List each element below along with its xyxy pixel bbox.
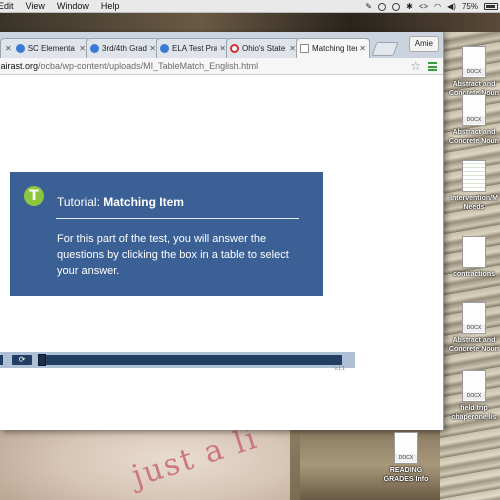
tutorial-title-main: Matching Item — [103, 195, 184, 209]
tab-ohios-state[interactable]: Ohio's State ✕ — [226, 38, 300, 58]
address-bar[interactable]: .airast.org/ocba/wp-content/uploads/MI_T… — [0, 61, 258, 71]
desktop-file-abstract-concrete-1[interactable]: DOCX Abstract and Concrete Noun — [442, 46, 500, 98]
progress-track[interactable] — [40, 355, 342, 365]
desktop-file-abstract-concrete-3[interactable]: DOCX Abstract and Concrete Noun — [442, 302, 500, 354]
tutorial-badge-icon: T — [24, 186, 44, 206]
menu-bar: Edit View Window Help ✎ ✱ <> ◠ ◀) 75% — [0, 0, 500, 13]
globe-icon — [160, 44, 169, 53]
new-tab-button[interactable] — [371, 42, 399, 56]
spreadsheet-file-icon — [462, 160, 486, 192]
page-icon — [300, 44, 309, 53]
close-icon[interactable]: ✕ — [149, 44, 156, 53]
docx-file-icon: DOCX — [462, 302, 486, 334]
tab-3rd-4th-grade[interactable]: 3rd/4th Grad ✕ — [86, 38, 160, 58]
tutorial-body: For this part of the test, you will answ… — [57, 233, 289, 277]
title-divider — [56, 218, 299, 219]
docx-file-icon: DOCX — [462, 94, 486, 126]
volume-icon[interactable]: ◀) — [447, 2, 456, 11]
tutorial-title-lead: Tutorial: — [57, 195, 100, 209]
tab-label: Ohio's State — [242, 44, 286, 53]
replay-button[interactable]: ⟳ — [12, 355, 32, 365]
tab-ela-test[interactable]: ELA Test Pra ✕ — [156, 38, 230, 58]
document-thumbnail-icon — [462, 236, 486, 268]
desktop-file-intervention[interactable]: Intervention/M Needs — [442, 160, 500, 212]
play-button[interactable] — [0, 355, 3, 365]
battery-icon[interactable] — [484, 3, 498, 10]
close-icon[interactable]: ✕ — [5, 44, 12, 53]
player-version: v.1.1 — [334, 366, 345, 372]
desktop-file-label: Abstract and Concrete Noun — [448, 337, 500, 353]
code-icon[interactable]: <> — [419, 2, 428, 11]
desktop-file-field-trip[interactable]: DOCX field trip chaperone lis — [442, 370, 500, 422]
close-icon[interactable]: ✕ — [359, 44, 366, 53]
tab-label: SC Elementa — [27, 44, 75, 53]
page-viewport: T Tutorial: Matching Item For this part … — [0, 75, 443, 430]
status-area: ✎ ✱ <> ◠ ◀) 75% — [365, 0, 498, 13]
tutorial-card: T Tutorial: Matching Item For this part … — [10, 172, 323, 296]
desktop-file-reading-grades[interactable]: DOCX READING GRADES Info — [374, 432, 438, 484]
bookmark-star-icon[interactable]: ☆ — [410, 59, 421, 73]
globe-icon — [90, 44, 99, 53]
menu-window[interactable]: Window — [57, 1, 89, 11]
close-icon[interactable]: ✕ — [289, 44, 296, 53]
menu-view[interactable]: View — [26, 1, 45, 11]
menu-edit[interactable]: Edit — [0, 1, 14, 11]
video-player-bar: ⟳ v.1.1 — [0, 352, 355, 372]
bluetooth-icon[interactable]: ✱ — [406, 2, 413, 11]
desktop-file-label: contractions — [452, 271, 495, 278]
tab-strip: ✕ SC Elementa ✕ 3rd/4th Grad ✕ ELA Test … — [0, 32, 443, 58]
tutorial-title: Tutorial: Matching Item — [57, 195, 184, 209]
desktop-file-label: field trip chaperone lis — [451, 405, 497, 421]
wifi-icon[interactable]: ◠ — [434, 2, 441, 11]
tab-label: ELA Test Pra — [172, 44, 218, 53]
menu-help[interactable]: Help — [101, 1, 120, 11]
desktop-file-contractions[interactable]: contractions — [442, 236, 500, 279]
desktop-background-strip — [0, 12, 500, 32]
tab-label: Matching Iten — [312, 44, 358, 53]
desktop-file-label: Abstract and Concrete Noun — [448, 129, 500, 145]
globe-icon — [15, 44, 25, 53]
tab-matching-item[interactable]: Matching Iten ✕ — [296, 38, 370, 58]
tab-sc-elementary[interactable]: ✕ SC Elementa ✕ — [0, 38, 90, 58]
address-toolbar: .airast.org/ocba/wp-content/uploads/MI_T… — [0, 58, 443, 75]
profile-button[interactable]: Amie — [408, 36, 439, 52]
browser-window: ✕ SC Elementa ✕ 3rd/4th Grad ✕ ELA Test … — [0, 32, 444, 430]
desktop-file-label: READING GRADES Info — [383, 467, 429, 483]
ohio-logo-icon — [230, 44, 239, 53]
evernote-icon[interactable]: ✎ — [365, 2, 372, 11]
docx-file-icon: DOCX — [394, 432, 418, 464]
time-machine-icon[interactable] — [392, 2, 401, 11]
tab-label: 3rd/4th Grad — [102, 44, 147, 53]
desktop-file-label: Intervention/M Needs — [450, 195, 498, 211]
battery-percent[interactable]: 75% — [462, 2, 478, 11]
url-host: .airast.org — [0, 61, 39, 71]
desktop-file-abstract-concrete-2[interactable]: DOCX Abstract and Concrete Noun — [442, 94, 500, 146]
hamburger-menu-icon[interactable] — [428, 62, 437, 71]
close-icon[interactable]: ✕ — [79, 44, 86, 53]
url-path: /ocba/wp-content/uploads/MI_TableMatch_E… — [38, 61, 259, 71]
docx-file-icon: DOCX — [462, 370, 486, 402]
progress-thumb[interactable] — [38, 354, 46, 366]
close-icon[interactable]: ✕ — [219, 44, 226, 53]
sync-icon[interactable] — [378, 2, 387, 11]
docx-file-icon: DOCX — [462, 46, 486, 78]
